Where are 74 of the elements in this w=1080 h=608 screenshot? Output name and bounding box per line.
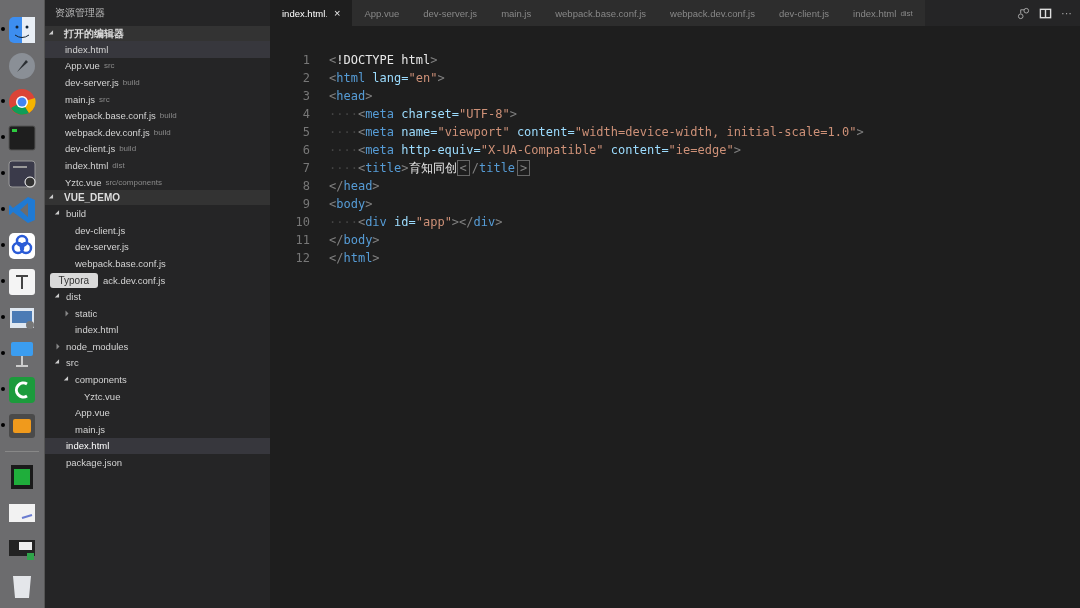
open-editor-item[interactable]: webpack.dev.conf.js build: [45, 123, 270, 141]
code-line: </head>: [329, 179, 380, 193]
line-number: 8: [301, 179, 311, 193]
open-editor-item[interactable]: main.js src: [45, 90, 270, 108]
finder-app-icon[interactable]: [7, 14, 37, 45]
expand-arrow-icon[interactable]: [54, 210, 62, 217]
line-number: 11: [294, 233, 311, 247]
chrome-app-icon[interactable]: [7, 86, 37, 117]
code-line: </body>: [329, 233, 380, 247]
split-editor-icon[interactable]: [1039, 6, 1052, 20]
editor-tab[interactable]: dev-client.js: [766, 0, 842, 26]
code-line: <head>: [329, 89, 373, 103]
line-number: 9: [301, 197, 311, 211]
code-line: </html>: [329, 251, 380, 265]
compare-icon[interactable]: [1017, 6, 1030, 20]
code-line: <html lang="en">: [329, 71, 445, 85]
open-editor-item[interactable]: index.html: [45, 41, 270, 58]
line-number: 1: [301, 53, 311, 67]
expand-arrow-icon[interactable]: [65, 310, 69, 317]
line-number: 7: [301, 161, 311, 175]
tree-item[interactable]: node_modules: [66, 340, 129, 352]
editor-tab[interactable]: webpack.dev.conf.js: [658, 0, 767, 26]
open-editor-item[interactable]: dev-server.js build: [45, 74, 270, 91]
line-number: 4: [301, 107, 311, 121]
tree-item[interactable]: dist: [66, 291, 81, 303]
open-editor-item[interactable]: index.html dist: [45, 157, 270, 174]
tree-item[interactable]: App.vue: [75, 407, 110, 419]
tree-item[interactable]: package.json: [66, 457, 122, 469]
tree-item[interactable]: build: [66, 208, 87, 220]
editor-tab[interactable]: dev-server.js: [411, 0, 490, 26]
expand-arrow-icon[interactable]: [48, 30, 56, 37]
tree-item[interactable]: components: [75, 374, 127, 386]
line-number: 6: [301, 143, 311, 157]
editor-tab[interactable]: App.vue: [352, 0, 412, 26]
code-line: <body>: [329, 197, 373, 211]
expand-arrow-icon[interactable]: [63, 376, 71, 383]
tree-item[interactable]: Yztc.vue: [84, 390, 121, 402]
code-line: ····<meta charset="UTF-8">: [329, 107, 517, 121]
section-header[interactable]: VUE_DEMO: [45, 190, 270, 206]
expand-arrow-icon[interactable]: [56, 343, 60, 350]
open-editor-item[interactable]: App.vue src: [45, 57, 270, 75]
close-icon[interactable]: ×: [333, 7, 341, 19]
open-editor-item[interactable]: webpack.base.conf.js build: [45, 107, 270, 124]
tree-item[interactable]: webpack.base.conf.js: [75, 257, 166, 269]
tree-item[interactable]: index.html: [75, 324, 119, 336]
section-header[interactable]: 打开的编辑器: [45, 26, 270, 41]
terminal-app-icon[interactable]: [7, 122, 37, 153]
expand-arrow-icon[interactable]: [54, 293, 62, 300]
tree-item[interactable]: dev-client.js: [75, 224, 126, 236]
line-number: 10: [294, 215, 311, 229]
editor-tab[interactable]: index.html dist: [841, 0, 925, 26]
sidebar-title: 资源管理器: [54, 6, 106, 20]
more-actions-button[interactable]: ···: [1061, 7, 1072, 19]
app-tooltip: Typora: [49, 273, 99, 288]
editor-tab[interactable]: webpack.base.conf.js: [543, 0, 659, 26]
open-editor-item[interactable]: Yztc.vue src/components: [45, 173, 270, 191]
tree-item[interactable]: ack.dev.conf.js: [103, 274, 166, 286]
tree-item[interactable]: src: [66, 357, 79, 369]
code-line: ····<div id="app"></div>: [329, 215, 503, 229]
code-line: <!DOCTYPE html>: [329, 53, 438, 67]
line-number: 3: [301, 89, 311, 103]
tree-item[interactable]: static: [75, 307, 98, 319]
line-number: 12: [294, 251, 311, 265]
code-line: ····<title>育知同创 < /title >: [329, 159, 531, 177]
line-number: 5: [301, 125, 311, 139]
code-line: ····<meta name="viewport" content="width=device-width, initial-scale=1.0">: [329, 125, 864, 139]
tree-item[interactable]: main.js: [75, 423, 106, 435]
line-number: 2: [301, 71, 311, 85]
tree-item[interactable]: dev-server.js: [75, 241, 129, 253]
tree-item[interactable]: index.html: [66, 440, 110, 452]
open-editor-item[interactable]: dev-client.js build: [45, 140, 270, 158]
code-line: ····<meta http-equiv="X-UA-Compatible" content="ie=edge">: [329, 143, 741, 157]
editor-tab[interactable]: main.js: [489, 0, 544, 26]
editor-tab[interactable]: index.html. ×: [270, 0, 353, 26]
